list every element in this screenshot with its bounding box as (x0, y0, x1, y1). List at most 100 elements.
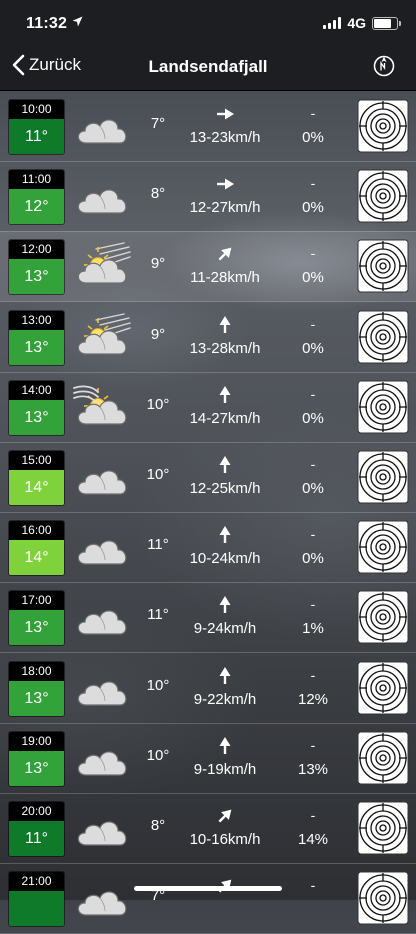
weather-cloud-icon (77, 821, 127, 846)
feels-like-temperature: 14° (9, 540, 64, 576)
precipitation-amount: - (310, 526, 316, 543)
feels-like-temperature: 13° (9, 750, 64, 786)
forecast-row[interactable]: 18:00 13° 10° 9-22km/h - 12% (0, 653, 416, 724)
forecast-row[interactable]: 12:00 13° 9° 11-28km/h - 0% (0, 231, 416, 303)
radar-icon[interactable] (357, 871, 409, 925)
wind-speed: 13-23km/h (189, 129, 261, 146)
wind-speed: 10-24km/h (189, 550, 261, 568)
radar-icon[interactable] (357, 169, 409, 223)
precipitation-amount: - (310, 175, 316, 192)
feels-like-temperature: 11° (9, 821, 64, 856)
forecast-row[interactable]: 20:00 11° 8° 10-16km/h - 14% (0, 793, 416, 864)
weather-cloud-icon (77, 540, 127, 565)
wind-direction-arrow-icon (217, 108, 234, 120)
compass-icon[interactable] (372, 54, 396, 78)
precipitation-probability: 0% (302, 409, 324, 427)
hour-label: 12:00 (9, 240, 64, 260)
radar-icon[interactable] (357, 661, 409, 715)
precipitation-probability: 0% (302, 339, 324, 357)
battery-icon (372, 16, 401, 30)
time-badge: 14:00 13° (8, 379, 65, 436)
forecast-row[interactable]: 17:00 13° 11° 9-24km/h - 1% (0, 582, 416, 654)
weather-sun-cloud-windy-icon (73, 385, 127, 425)
feels-like-temperature: 13° (9, 680, 64, 716)
hour-label: 17:00 (9, 591, 64, 611)
hour-label: 14:00 (9, 380, 64, 400)
hour-label: 18:00 (9, 661, 64, 681)
network-type: 4G (347, 15, 366, 31)
time-badge: 13:00 13° (8, 309, 65, 366)
feels-like-temperature: 13° (9, 329, 64, 365)
radar-icon[interactable] (357, 99, 409, 153)
feels-like-temperature: 13° (9, 399, 64, 435)
wind-direction-arrow-icon (218, 248, 232, 261)
feels-like-temperature: 12° (9, 189, 64, 225)
hour-label: 10:00 (9, 100, 64, 119)
wind-direction-arrow-icon (219, 315, 231, 333)
feels-like-temperature: 14° (9, 470, 64, 505)
hour-label: 15:00 (9, 451, 64, 470)
precipitation-amount: - (310, 456, 316, 472)
precipitation-amount: - (310, 315, 316, 332)
weather-sun-cloud-wind-icon (77, 312, 131, 355)
radar-icon[interactable] (357, 450, 409, 504)
time-badge: 20:00 11° (8, 801, 65, 857)
wind-speed: 12-27km/h (189, 199, 261, 217)
wind-speed: 14-27km/h (189, 409, 261, 427)
feels-like-temperature (9, 891, 64, 927)
radar-icon[interactable] (357, 801, 409, 855)
forecast-row[interactable]: 21:00 7° - (0, 863, 416, 934)
wind-speed: 13-28km/h (189, 339, 261, 357)
signal-icon (323, 17, 342, 29)
home-indicator[interactable] (134, 886, 282, 891)
forecast-row[interactable]: 13:00 13° 9° 13-28km/h - 0% (0, 302, 416, 373)
nav-bar: Zurück Landsendafjall (0, 48, 416, 91)
wind-direction-arrow-icon (219, 385, 231, 403)
radar-icon[interactable] (357, 380, 409, 434)
radar-icon[interactable] (357, 590, 409, 644)
weather-cloud-icon (77, 189, 127, 214)
wind-direction-arrow-icon (219, 666, 231, 684)
radar-icon[interactable] (357, 310, 409, 364)
wind-direction-arrow-icon (219, 596, 231, 614)
precipitation-probability: 0% (302, 550, 324, 568)
wind-speed: 9-22km/h (193, 690, 257, 708)
precipitation-probability: 0% (302, 199, 324, 217)
forecast-row[interactable]: 16:00 14° 11° 10-24km/h - 0% (0, 512, 416, 584)
hour-label: 20:00 (9, 802, 64, 821)
precipitation-amount: - (310, 877, 316, 894)
hour-label: 13:00 (9, 310, 64, 330)
time-badge: 17:00 13° (8, 590, 65, 647)
radar-icon[interactable] (357, 239, 409, 293)
precipitation-amount: - (310, 666, 316, 683)
wind-direction-arrow-icon (219, 736, 231, 754)
forecast-row[interactable]: 15:00 14° 10° 12-25km/h - 0% (0, 442, 416, 513)
wind-speed: 11-28km/h (190, 269, 260, 287)
wind-speed: 9-19km/h (193, 760, 257, 778)
time-badge: 16:00 14° (8, 520, 65, 577)
radar-icon[interactable] (357, 731, 409, 785)
hour-label: 19:00 (9, 731, 64, 751)
forecast-row[interactable]: 11:00 12° 8° 12-27km/h - 0% (0, 161, 416, 233)
radar-icon[interactable] (357, 520, 409, 574)
precipitation-probability: 0% (302, 480, 324, 497)
feels-like-temperature: 11° (9, 119, 64, 154)
weather-cloud-icon (77, 680, 127, 706)
precipitation-amount: - (310, 596, 316, 613)
precipitation-amount: - (310, 245, 316, 262)
status-indicators: 4G (323, 15, 401, 31)
precipitation-amount: - (310, 105, 316, 121)
wind-direction-arrow-icon (219, 526, 231, 544)
weather-cloud-icon (77, 751, 127, 776)
feels-like-temperature: 13° (9, 259, 64, 295)
status-bar: 11:32 4G (0, 0, 416, 48)
forecast-row[interactable]: 10:00 11° 7° 13-23km/h - 0% (0, 91, 416, 162)
forecast-row[interactable]: 19:00 13° 10° 9-19km/h - 13% (0, 723, 416, 794)
forecast-row[interactable]: 14:00 13° 10° 14-27km/h - 0% (0, 372, 416, 443)
weather-sun-cloud-wind-icon (77, 242, 131, 284)
wind-direction-arrow-icon (217, 178, 234, 190)
precipitation-amount: - (310, 385, 316, 402)
wind-direction-arrow-icon (219, 456, 231, 473)
precipitation-amount: - (310, 736, 316, 753)
location-arrow-icon (72, 16, 83, 27)
